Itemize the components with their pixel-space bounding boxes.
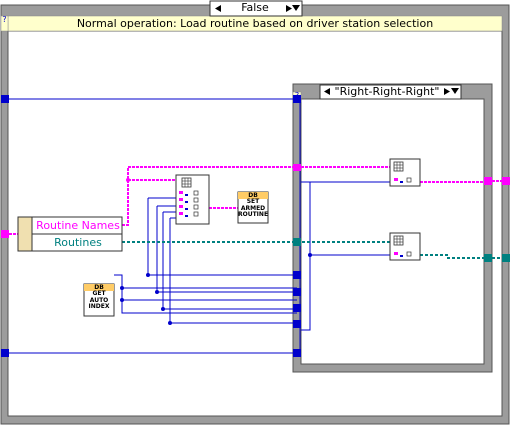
left-tunnel-bottom[interactable]	[1, 349, 9, 357]
inner-tunnel-numeric[interactable]	[293, 320, 301, 328]
unbundle-node-left-handle	[17, 216, 33, 252]
left-tunnel-top[interactable]	[1, 95, 9, 103]
inner-help-marker: ?	[294, 91, 300, 100]
outer-help-marker: ?	[2, 15, 7, 24]
unbundle-field-routines[interactable]: Routines	[34, 236, 122, 249]
wire-junction-dot	[120, 286, 124, 290]
right-tunnel-teal[interactable]	[484, 254, 492, 262]
inner-tunnel-numeric[interactable]	[293, 349, 301, 357]
wire-junction-dot	[308, 253, 312, 257]
inner-tunnel-numeric[interactable]	[293, 304, 301, 312]
wire-junction-dot	[168, 321, 172, 325]
left-tunnel-pink[interactable]	[1, 230, 9, 238]
array-icon	[393, 161, 404, 172]
inner-tunnel-string[interactable]	[293, 164, 301, 171]
right-tunnel-pink[interactable]	[484, 177, 492, 185]
condition-label[interactable]: Normal operation: Load routine based on …	[8, 16, 502, 31]
outer-right-tunnel-teal[interactable]	[502, 254, 510, 262]
wire-junction-dot	[120, 298, 124, 302]
outer-right-tunnel-pink[interactable]	[502, 177, 510, 185]
set-armed-routine-label: DB SET ARMED ROUTINE	[238, 192, 269, 219]
wire-junction-dot	[155, 290, 159, 294]
unbundle-field-routine-names[interactable]: Routine Names	[34, 219, 122, 232]
get-auto-index-label: DB GET AUTO INDEX	[88, 284, 110, 311]
outer-selector-label[interactable]: False	[227, 1, 283, 15]
inner-selector-label[interactable]: "Right-Right-Right"	[331, 85, 443, 99]
inner-tunnel-numeric[interactable]	[293, 288, 301, 296]
wire-junction-dot	[146, 273, 150, 277]
inner-tunnel-cluster[interactable]	[293, 238, 301, 246]
inner-case-interior	[300, 98, 485, 365]
array-icon	[181, 177, 192, 188]
inner-tunnel-numeric[interactable]	[293, 271, 301, 279]
array-icon	[393, 235, 404, 246]
wire-junction-dot	[126, 178, 130, 182]
wire-junction-dot	[161, 307, 165, 311]
